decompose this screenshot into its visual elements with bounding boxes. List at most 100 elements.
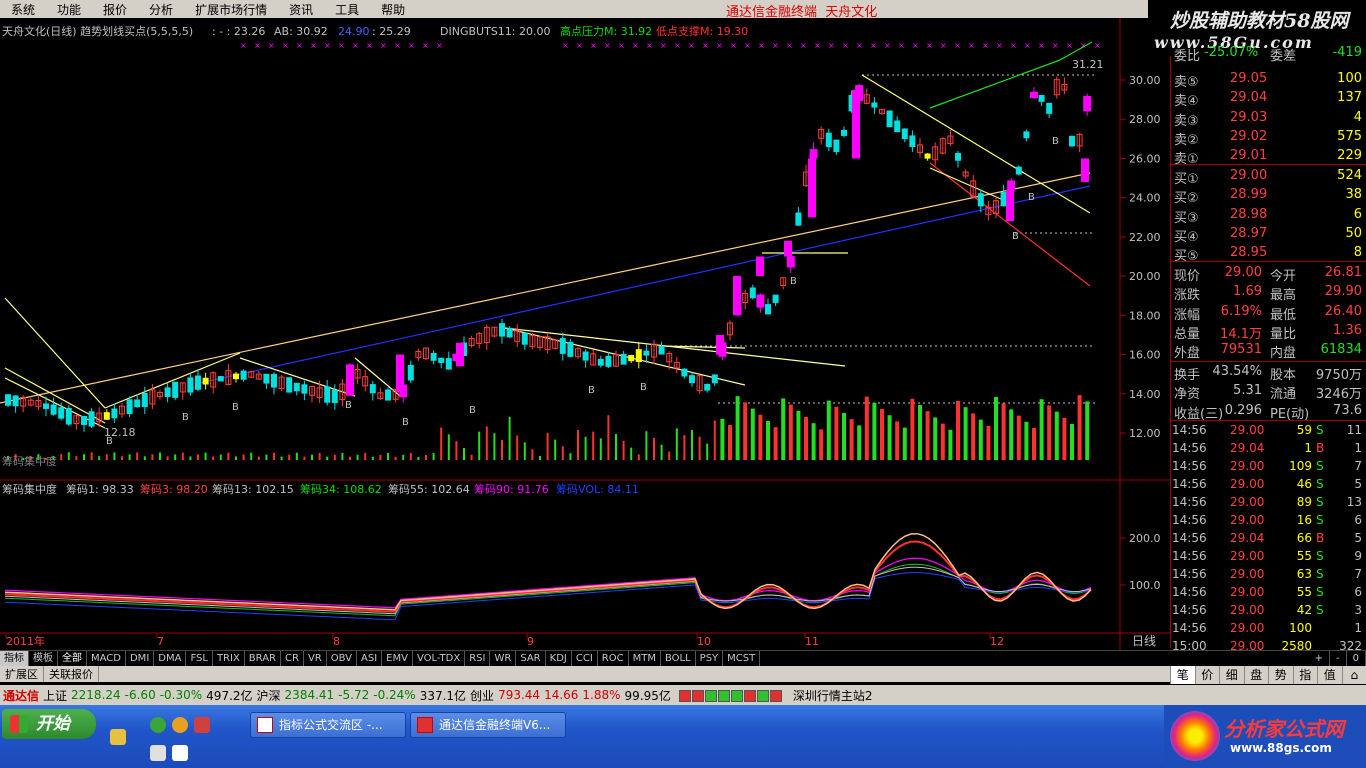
volume-bar — [174, 454, 177, 460]
tick-row: 14:56 29.00 109 S 7 — [1170, 458, 1366, 476]
indicator-tab-vr[interactable]: VR — [304, 651, 327, 666]
stat-label: 涨幅 — [1174, 307, 1201, 323]
main-header-field5: DINGBUTS11: 20.00 — [440, 25, 550, 38]
volume-bar — [895, 421, 900, 460]
indicator-tab-macd[interactable]: MACD — [87, 651, 126, 666]
indicator-tab-roc[interactable]: ROC — [598, 651, 629, 666]
sell-volume: 229 — [1337, 148, 1362, 164]
indicator-tab-voltdx[interactable]: VOL-TDX — [413, 651, 466, 666]
volume-bar — [250, 452, 253, 460]
buy-signal-label: B — [640, 382, 647, 393]
quicklaunch-app-icon[interactable] — [194, 717, 210, 733]
sub-header-f1: 筹码1: 98.33 — [66, 482, 134, 496]
status-brand: 通达信 — [3, 688, 40, 703]
quicklaunch-media-icon[interactable] — [172, 717, 188, 733]
side-tab-1[interactable]: 价 — [1194, 666, 1220, 684]
menu-item-analysis[interactable]: 分析 — [138, 1, 184, 18]
menu-item-extended-market[interactable]: 扩展市场行情 — [184, 1, 278, 18]
volume-bar — [67, 452, 70, 460]
quicklaunch-keyboard-icon[interactable] — [150, 745, 166, 761]
kline-chart-area[interactable]: × × × × × × × × × × × × × × × × × × × × × × × × × × × × × × × × × × × × × × × ×… — [0, 18, 1170, 650]
ext-area-tab[interactable]: 扩展区 — [0, 666, 44, 682]
indicator-tab-[interactable]: 指标 — [0, 651, 29, 666]
quicklaunch-folder-icon[interactable] — [110, 729, 126, 745]
candle-body — [445, 358, 452, 370]
menu-item-news[interactable]: 资讯 — [278, 1, 324, 18]
volume-bar — [630, 447, 633, 460]
volume-bar — [425, 455, 427, 460]
side-tab-0[interactable]: 笔 — [1170, 666, 1195, 684]
tick-time: 14:56 — [1172, 531, 1207, 545]
sh-percent: -0.30% — [159, 688, 203, 702]
indicator-tab-kdj[interactable]: KDJ — [546, 651, 572, 666]
candle-body — [134, 399, 141, 408]
tick-volume: 46 — [1296, 477, 1312, 491]
indicator-tab-emv[interactable]: EMV — [382, 651, 413, 666]
sell-volume: 137 — [1337, 90, 1362, 106]
indicator-tab-mtm[interactable]: MTM — [629, 651, 661, 666]
menu-item-tools[interactable]: 工具 — [324, 1, 370, 18]
indicator-tab-dma[interactable]: DMA — [154, 651, 187, 666]
indicator-tab-rsi[interactable]: RSI — [465, 651, 491, 666]
side-tab-7[interactable]: ⌂ — [1341, 666, 1366, 684]
quicklaunch-help-icon[interactable] — [172, 745, 188, 761]
indicator-tab-cci[interactable]: CCI — [572, 651, 598, 666]
candle-body — [786, 256, 795, 268]
indicator-tab-boll[interactable]: BOLL — [661, 651, 696, 666]
zoom-reset-button[interactable]: 0 — [1347, 651, 1366, 666]
side-tab-4[interactable]: 势 — [1268, 666, 1293, 684]
stat-label: 最高 — [1270, 288, 1297, 304]
task-forum[interactable]: 指标公式交流区 -... — [250, 712, 406, 738]
task-tdx-label: 通达信金融终端V6... — [439, 718, 551, 732]
side-tab-5[interactable]: 指 — [1292, 666, 1318, 684]
indicator-tab-wr[interactable]: WR — [490, 651, 517, 666]
cy-change: 14.66 — [544, 688, 579, 702]
task-tdx[interactable]: 通达信金融终端V6... — [410, 712, 566, 738]
indicator-tab-dmi[interactable]: DMI — [126, 651, 155, 666]
tick-count: 11 — [1346, 423, 1362, 437]
indicator-tab-brar[interactable]: BRAR — [245, 651, 281, 666]
side-tab-3[interactable]: 盘 — [1243, 666, 1269, 684]
volume-bar — [189, 456, 192, 460]
sell-price: 29.03 — [1230, 109, 1268, 125]
indicator-tab-sar[interactable]: SAR — [516, 651, 546, 666]
zoom-in-button[interactable]: + — [1309, 651, 1331, 666]
indicator-tab-[interactable]: 全部 — [58, 651, 87, 666]
candle-body — [841, 129, 847, 136]
menu-item-system[interactable]: 系统 — [0, 1, 46, 18]
related-quote-tab[interactable]: 关联报价 — [44, 666, 99, 682]
indicator-tab-asi[interactable]: ASI — [357, 651, 383, 666]
side-tab-2[interactable]: 细 — [1219, 666, 1244, 684]
menu-item-function[interactable]: 功能 — [46, 1, 92, 18]
stat-value: 29.90 — [1324, 284, 1362, 300]
quicklaunch-browser-icon[interactable] — [150, 717, 166, 733]
volume-bar — [1070, 424, 1074, 460]
menu-item-quote[interactable]: 报价 — [92, 1, 138, 18]
cy-amount: 99.95亿 — [624, 688, 671, 703]
stat-label: 股本 — [1270, 368, 1297, 383]
candle-body — [1083, 95, 1092, 112]
trend-line — [0, 172, 1091, 404]
indicator-tab-psy[interactable]: PSY — [696, 651, 724, 666]
indicator-tab-mcst[interactable]: MCST — [723, 651, 761, 666]
indicator-tab-trix[interactable]: TRIX — [213, 651, 245, 666]
server-name[interactable]: 深圳行情主站2 — [793, 687, 873, 704]
menu-item-help[interactable]: 帮助 — [370, 1, 416, 18]
side-tab-6[interactable]: 值 — [1317, 666, 1342, 684]
start-button[interactable]: 开始 — [2, 709, 96, 739]
indicator-tab-obv[interactable]: OBV — [327, 651, 357, 666]
candle-body — [597, 358, 604, 366]
signal-marker: × — [310, 41, 317, 50]
buy-level-label: 买④ — [1174, 229, 1199, 245]
volume-bar — [796, 410, 801, 460]
indicator-tab-fsl[interactable]: FSL — [186, 651, 213, 666]
indicator-tab-[interactable]: 模板 — [29, 651, 58, 666]
tick-row: 14:56 29.00 55 S 6 — [1170, 584, 1366, 602]
zoom-out-button[interactable]: - — [1330, 651, 1347, 666]
volume-bar — [341, 452, 344, 460]
indicator-tab-cr[interactable]: CR — [281, 651, 304, 666]
main-header-field1: : - : 23.26 — [212, 25, 265, 38]
tick-price: 29.04 — [1230, 531, 1265, 545]
signal-marker: × — [408, 41, 415, 50]
candle-body — [689, 375, 695, 384]
